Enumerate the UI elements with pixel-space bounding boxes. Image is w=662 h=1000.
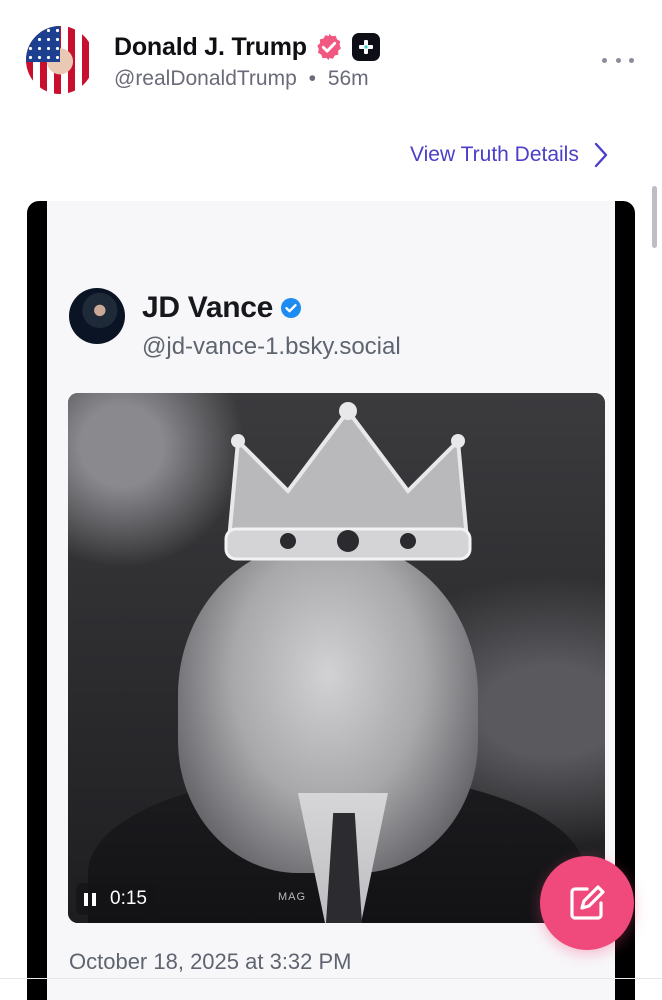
more-options-icon[interactable] [602,50,634,70]
embedded-post-screenshot: JD Vance @jd-vance-1.bsky.social MAG 0:1… [47,201,615,1000]
bluesky-verified-icon [281,298,302,318]
embedded-author-handle: @jd-vance-1.bsky.social [142,333,401,360]
post-time[interactable]: 56m [328,67,369,90]
author-name[interactable]: Donald J. Trump [114,33,307,62]
chevron-right-icon [594,142,608,168]
embedded-author-name: JD Vance [142,291,274,324]
compose-button[interactable] [540,856,634,950]
media-attachment[interactable]: JD Vance @jd-vance-1.bsky.social MAG 0:1… [27,201,635,1000]
bottom-divider [0,978,662,979]
crown-graphic [224,402,472,561]
embedded-name-row: JD Vance [142,291,303,325]
video-controls[interactable]: 0:15 [76,883,155,915]
post-header: Donald J. Trump @realDonaldTrump • 56m [0,0,662,120]
embedded-post-date: October 18, 2025 at 3:32 PM [69,949,352,974]
view-truth-details-label: View Truth Details [410,143,579,166]
video-timestamp: 0:15 [110,888,147,909]
video-watermark: MAG [278,891,307,903]
verified-check-icon [317,33,341,61]
embedded-video[interactable]: MAG 0:15 [68,393,605,923]
author-handle[interactable]: @realDonaldTrump [114,67,297,90]
view-truth-details-link[interactable]: View Truth Details [410,138,609,172]
author-name-row: Donald J. Trump [114,30,380,64]
handle-row: @realDonaldTrump • 56m [114,67,369,91]
truth-plus-icon [351,33,380,61]
separator-dot: • [308,67,316,90]
author-avatar[interactable] [26,26,94,94]
compose-edit-icon [570,885,605,920]
pause-icon[interactable] [84,892,96,906]
scrollbar[interactable] [652,186,657,248]
embedded-author-avatar [69,288,125,344]
